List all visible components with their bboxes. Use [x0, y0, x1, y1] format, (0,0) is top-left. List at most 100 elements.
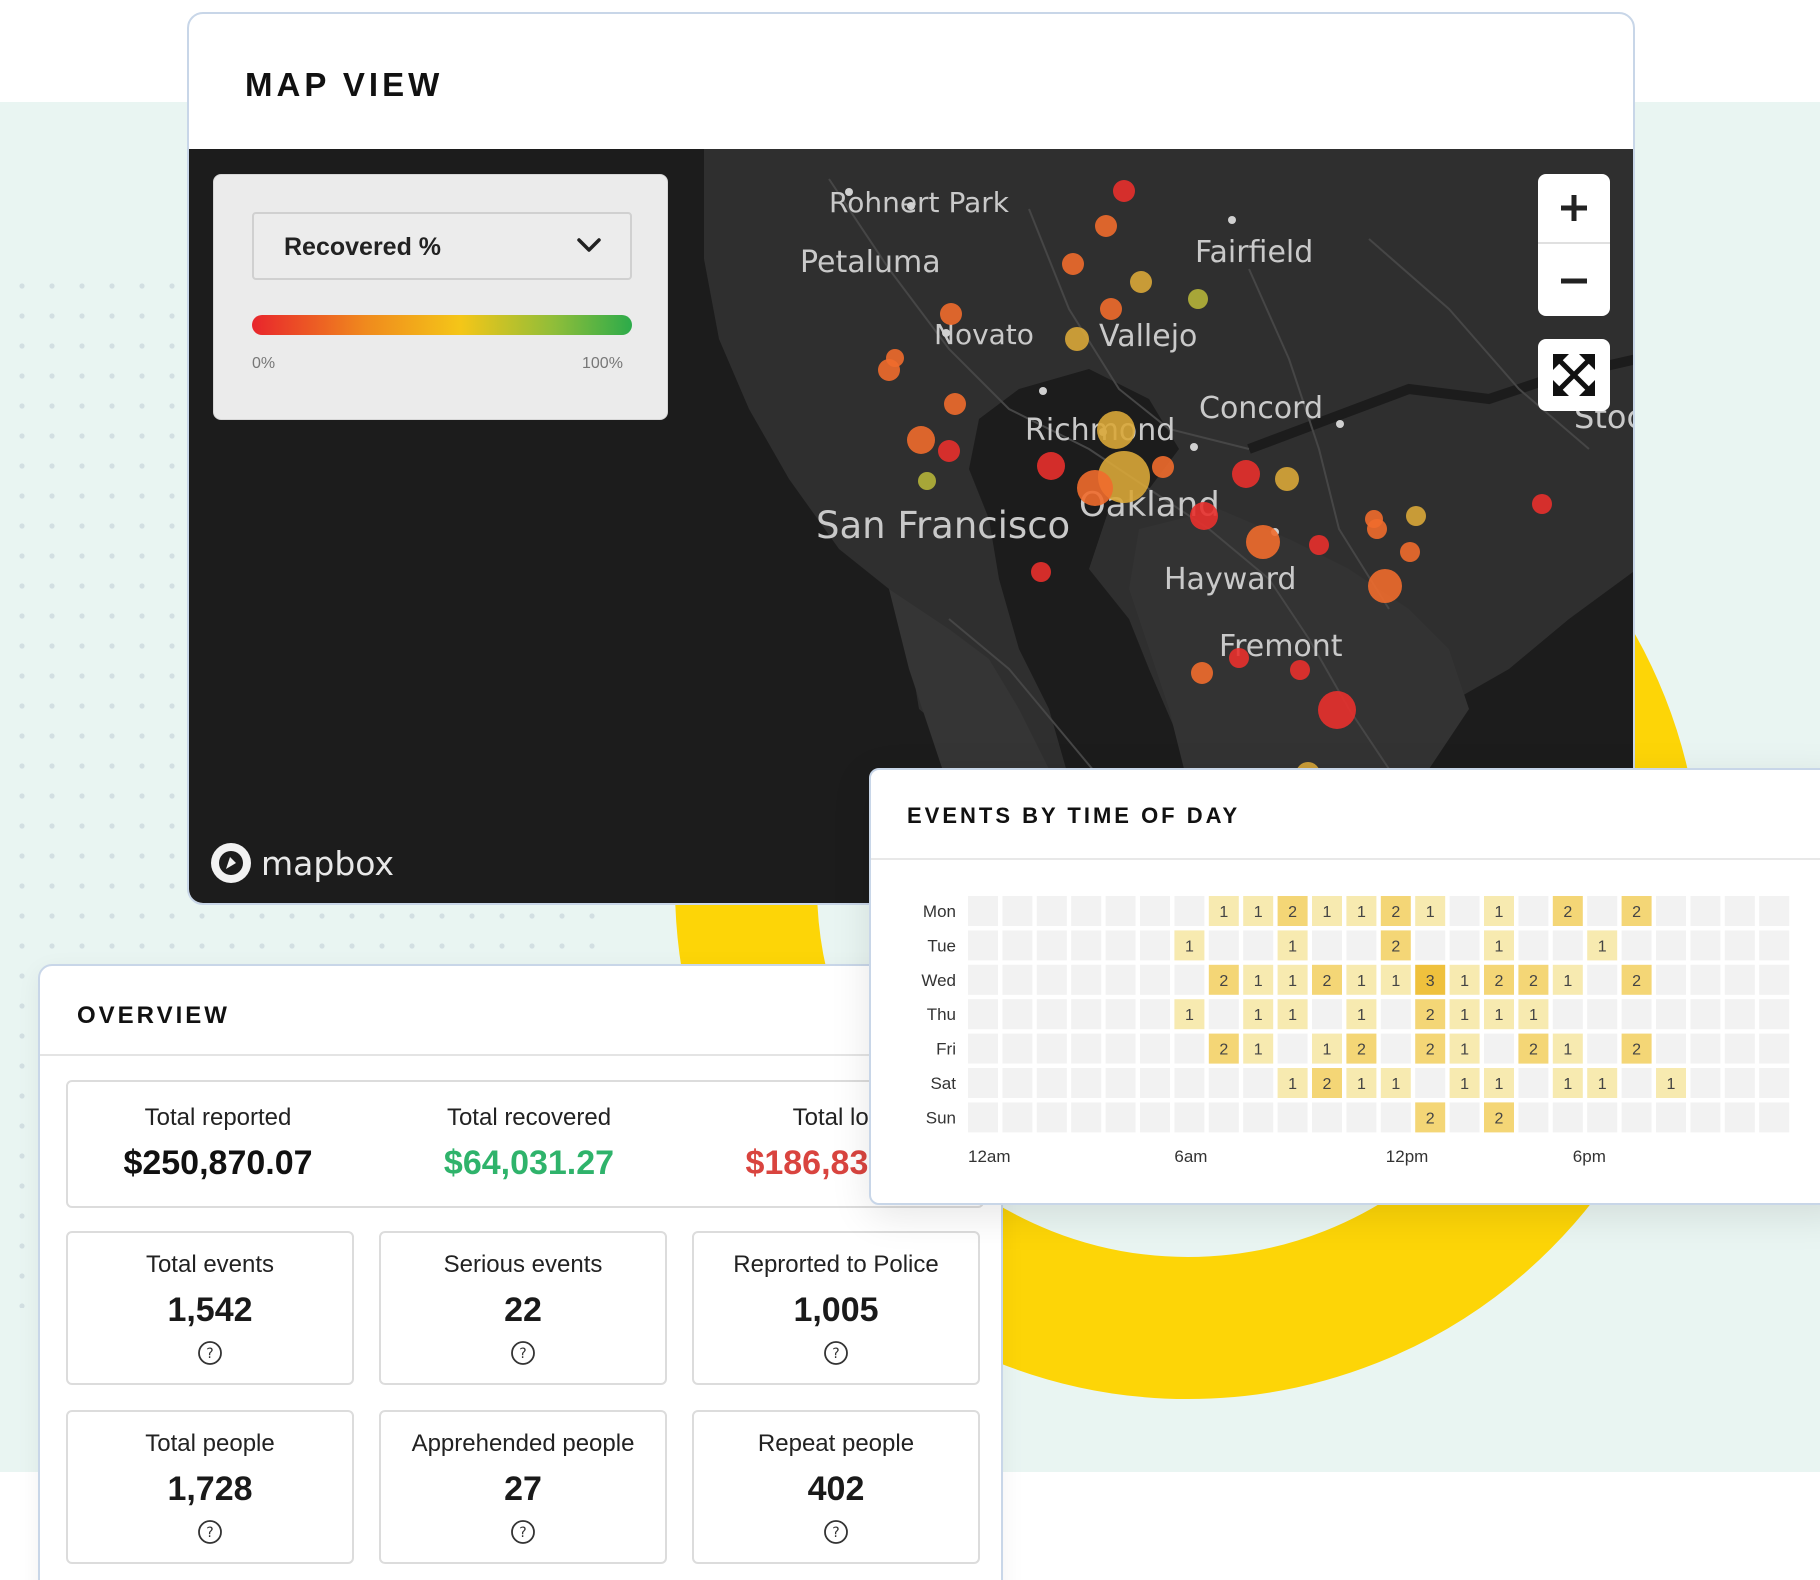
help-icon[interactable]: ? [510, 1519, 536, 1545]
help-icon[interactable]: ? [823, 1340, 849, 1366]
heatmap-cell[interactable] [1621, 1068, 1652, 1098]
heatmap-cell[interactable] [1140, 1033, 1170, 1064]
event-marker[interactable] [1100, 298, 1122, 320]
zoom-out-button[interactable] [1538, 246, 1610, 316]
heatmap-cell[interactable] [968, 1102, 998, 1133]
heatmap-cell[interactable] [1449, 896, 1480, 926]
heatmap-cell[interactable] [1759, 964, 1790, 995]
event-marker[interactable] [1113, 180, 1135, 202]
heatmap-cell[interactable] [1174, 1068, 1205, 1098]
heatmap-cell[interactable] [1312, 999, 1342, 1030]
event-marker[interactable] [1037, 452, 1065, 480]
heatmap-cell[interactable] [1656, 964, 1686, 995]
heatmap-cell[interactable] [1759, 896, 1790, 926]
heatmap-cell[interactable] [1105, 1033, 1136, 1064]
heatmap-cell[interactable] [1552, 999, 1583, 1030]
heatmap-cell[interactable] [1002, 964, 1033, 995]
heatmap-cell[interactable] [1621, 1102, 1652, 1133]
heatmap-cell[interactable] [1140, 1102, 1170, 1133]
heatmap-cell[interactable] [1449, 1102, 1480, 1133]
event-marker[interactable] [1097, 411, 1135, 449]
heatmap-cell[interactable] [1208, 1068, 1239, 1098]
event-marker[interactable] [1275, 467, 1299, 491]
heatmap-cell[interactable] [1105, 999, 1136, 1030]
heatmap-cell[interactable] [1518, 896, 1549, 926]
heatmap-cell[interactable] [1140, 930, 1170, 961]
heatmap-cell[interactable] [1140, 896, 1170, 926]
event-marker[interactable] [1532, 494, 1552, 514]
event-marker[interactable] [1031, 562, 1051, 582]
heatmap-cell[interactable] [1724, 999, 1755, 1030]
heatmap-cell[interactable] [1759, 1102, 1790, 1133]
heatmap-cell[interactable] [1105, 1102, 1136, 1133]
event-marker[interactable] [938, 440, 960, 462]
heatmap-cell[interactable] [1415, 930, 1446, 961]
heatmap-cell[interactable] [1071, 1102, 1102, 1133]
heatmap-cell[interactable] [1415, 1068, 1446, 1098]
event-marker[interactable] [878, 359, 900, 381]
heatmap-cell[interactable] [1243, 930, 1274, 961]
event-marker[interactable] [1095, 215, 1117, 237]
event-marker[interactable] [1400, 542, 1420, 562]
event-marker[interactable] [1318, 691, 1356, 729]
mapbox-attribution[interactable]: mapbox [209, 841, 394, 885]
help-icon[interactable]: ? [197, 1519, 223, 1545]
heatmap-cell[interactable] [1656, 999, 1686, 1030]
heatmap-cell[interactable] [1208, 930, 1239, 961]
heatmap-cell[interactable] [1759, 1033, 1790, 1064]
heatmap-cell[interactable] [1690, 930, 1721, 961]
heatmap-cell[interactable] [1174, 1102, 1205, 1133]
event-marker[interactable] [1229, 648, 1249, 668]
heatmap-cell[interactable] [1724, 1102, 1755, 1133]
heatmap-cell[interactable] [1552, 930, 1583, 961]
heatmap-cell[interactable] [1587, 999, 1618, 1030]
heatmap-cell[interactable] [1724, 964, 1755, 995]
heatmap-cell[interactable] [1587, 896, 1618, 926]
heatmap-cell[interactable] [1243, 1068, 1274, 1098]
heatmap-cell[interactable] [1312, 1102, 1342, 1133]
heatmap-cell[interactable] [968, 1033, 998, 1064]
event-marker[interactable] [1190, 502, 1218, 530]
heatmap-cell[interactable] [1002, 999, 1033, 1030]
heatmap-cell[interactable] [1105, 964, 1136, 995]
heatmap-cell[interactable] [1724, 930, 1755, 961]
event-marker[interactable] [1290, 660, 1310, 680]
heatmap-cell[interactable] [1690, 1033, 1721, 1064]
heatmap-cell[interactable] [1690, 1102, 1721, 1133]
event-marker[interactable] [918, 472, 936, 490]
event-marker[interactable] [1365, 510, 1383, 528]
heatmap-cell[interactable] [1656, 1033, 1686, 1064]
heatmap-cell[interactable] [1380, 1102, 1411, 1133]
event-marker[interactable] [1062, 253, 1084, 275]
heatmap-cell[interactable] [1621, 930, 1652, 961]
heatmap-cell[interactable] [1036, 896, 1067, 926]
heatmap-cell[interactable] [1071, 1068, 1102, 1098]
heatmap-cell[interactable] [1759, 1068, 1790, 1098]
heatmap-cell[interactable] [1208, 1102, 1239, 1133]
event-marker[interactable] [1188, 289, 1208, 309]
heatmap-cell[interactable] [1140, 964, 1170, 995]
heatmap-cell[interactable] [1036, 1102, 1067, 1133]
heatmap-cell[interactable] [1587, 964, 1618, 995]
heatmap-cell[interactable] [1690, 1068, 1721, 1098]
heatmap-cell[interactable] [1036, 999, 1067, 1030]
heatmap-cell[interactable] [1140, 999, 1170, 1030]
heatmap-cell[interactable] [1690, 999, 1721, 1030]
heatmap-cell[interactable] [968, 896, 998, 926]
event-marker[interactable] [1246, 525, 1280, 559]
heatmap-cell[interactable] [1587, 1102, 1618, 1133]
heatmap-cell[interactable] [1724, 1068, 1755, 1098]
event-marker[interactable] [944, 393, 966, 415]
heatmap-cell[interactable] [1036, 1033, 1067, 1064]
heatmap-cell[interactable] [1690, 896, 1721, 926]
event-marker[interactable] [940, 303, 962, 325]
heatmap-cell[interactable] [1002, 896, 1033, 926]
heatmap-cell[interactable] [1002, 930, 1033, 961]
heatmap-cell[interactable] [1036, 1068, 1067, 1098]
event-marker[interactable] [1130, 271, 1152, 293]
fullscreen-button[interactable] [1538, 339, 1610, 411]
heatmap-cell[interactable] [1656, 1102, 1686, 1133]
event-marker[interactable] [1191, 662, 1213, 684]
heatmap-cell[interactable] [1105, 1068, 1136, 1098]
event-marker[interactable] [1077, 470, 1113, 506]
